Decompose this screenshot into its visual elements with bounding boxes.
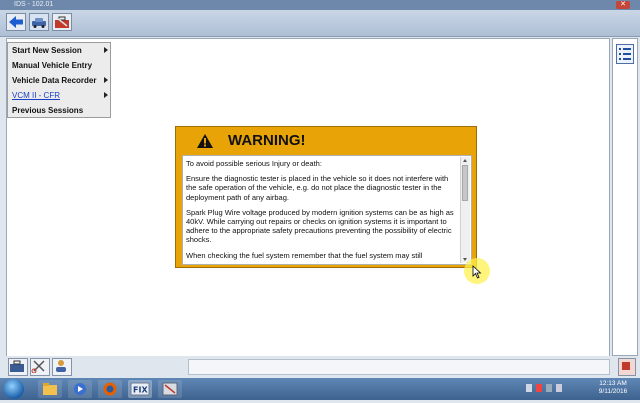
- menu-item-vehicle-data-recorder[interactable]: Vehicle Data Recorder: [8, 73, 110, 88]
- back-button[interactable]: [6, 13, 26, 31]
- user-bottom-button[interactable]: [52, 358, 72, 376]
- tray-flag-icon[interactable]: [536, 384, 542, 392]
- fix-icon: FIX: [130, 382, 150, 396]
- toolbox-icon: [10, 360, 24, 372]
- clock-date: 9/11/2016: [598, 388, 628, 395]
- screenshot-icon: [162, 382, 178, 396]
- menu-item-label: Start New Session: [12, 46, 82, 55]
- mouse-pointer-icon: [472, 265, 482, 279]
- warning-paragraph: Ensure the diagnostic tester is placed i…: [186, 174, 449, 202]
- tray-volume-icon[interactable]: [556, 384, 562, 392]
- exit-icon: [622, 362, 630, 370]
- menu-item-previous-sessions[interactable]: Previous Sessions: [8, 103, 110, 118]
- submenu-arrow-icon: [104, 47, 108, 53]
- submenu-arrow-icon: [104, 77, 108, 83]
- menu-item-label: Manual Vehicle Entry: [12, 61, 93, 70]
- menu-item-label: VCM II - CFR: [12, 91, 60, 100]
- menu-item-manual-vehicle-entry[interactable]: Manual Vehicle Entry: [8, 58, 110, 73]
- window-title: IDS - 102.01: [14, 1, 54, 8]
- taskbar: FIX 12:13 AM 9/11/2016: [0, 378, 640, 400]
- warning-paragraph: Spark Plug Wire voltage produced by mode…: [186, 207, 454, 245]
- start-button[interactable]: [4, 379, 24, 399]
- menu-item-vcm-ii-cfr[interactable]: VCM II - CFR: [8, 88, 110, 103]
- clock[interactable]: 12:13 AM 9/11/2016: [596, 380, 630, 396]
- submenu-arrow-icon: [104, 92, 108, 98]
- close-button[interactable]: ✕: [616, 1, 630, 9]
- toolbar: [0, 10, 640, 37]
- taskbar-screenshot-tool[interactable]: [158, 380, 182, 398]
- folder-icon: [43, 383, 57, 395]
- media-player-icon: [74, 383, 86, 395]
- title-bar: IDS - 102.01 ✕: [0, 0, 640, 10]
- taskbar-media-player[interactable]: [68, 380, 92, 398]
- clock-time: 12:13 AM: [599, 380, 627, 387]
- right-panel: [612, 38, 638, 356]
- menu-item-start-new-session[interactable]: Start New Session: [8, 43, 110, 58]
- menu-item-label: Previous Sessions: [12, 106, 84, 115]
- toolbox-icon: [55, 16, 69, 28]
- warning-paragraph: When checking the fuel system remember t…: [186, 250, 423, 260]
- scissors-tool-icon: [31, 360, 45, 374]
- svg-text:FIX: FIX: [133, 386, 148, 395]
- status-field: [188, 359, 610, 375]
- list-button[interactable]: [616, 44, 634, 64]
- toolbox-button[interactable]: [52, 13, 72, 31]
- system-tray: 12:13 AM 9/11/2016: [520, 378, 640, 400]
- tray-network-icon[interactable]: [546, 384, 552, 392]
- bottom-bar: [0, 356, 640, 378]
- taskbar-explorer[interactable]: [38, 380, 62, 398]
- list-icon: [619, 48, 631, 60]
- vehicle-button[interactable]: [29, 13, 49, 31]
- warning-paragraph: To avoid possible serious Injury or deat…: [186, 159, 322, 168]
- scroll-thumb[interactable]: [462, 165, 468, 201]
- dialog-body: To avoid possible serious Injury or deat…: [182, 155, 472, 265]
- menu-item-label: Vehicle Data Recorder: [12, 76, 97, 85]
- firefox-icon: [103, 382, 117, 396]
- scroll-up-icon[interactable]: [463, 159, 467, 162]
- warning-dialog: WARNING! To avoid possible serious Injur…: [175, 126, 477, 268]
- taskbar-firefox[interactable]: [98, 380, 122, 398]
- tools-bottom-button[interactable]: [30, 358, 50, 376]
- dialog-scrollbar[interactable]: [460, 157, 470, 263]
- taskbar-ids-fix[interactable]: FIX: [128, 380, 152, 398]
- warning-text: To avoid possible serious Injury or deat…: [186, 159, 458, 264]
- warning-triangle-icon: [197, 134, 213, 148]
- session-menu: Start New Session Manual Vehicle Entry V…: [7, 42, 111, 118]
- vehicle-icon: [32, 18, 46, 28]
- tray-arrow-icon[interactable]: [526, 384, 532, 392]
- dialog-title: WARNING!: [228, 132, 306, 149]
- scroll-down-icon[interactable]: [463, 258, 467, 261]
- person-icon: [56, 360, 66, 372]
- dialog-header: WARNING!: [176, 127, 476, 153]
- toolbox-bottom-button[interactable]: [8, 358, 28, 376]
- exit-button[interactable]: [618, 358, 636, 376]
- back-arrow-icon: [9, 16, 23, 28]
